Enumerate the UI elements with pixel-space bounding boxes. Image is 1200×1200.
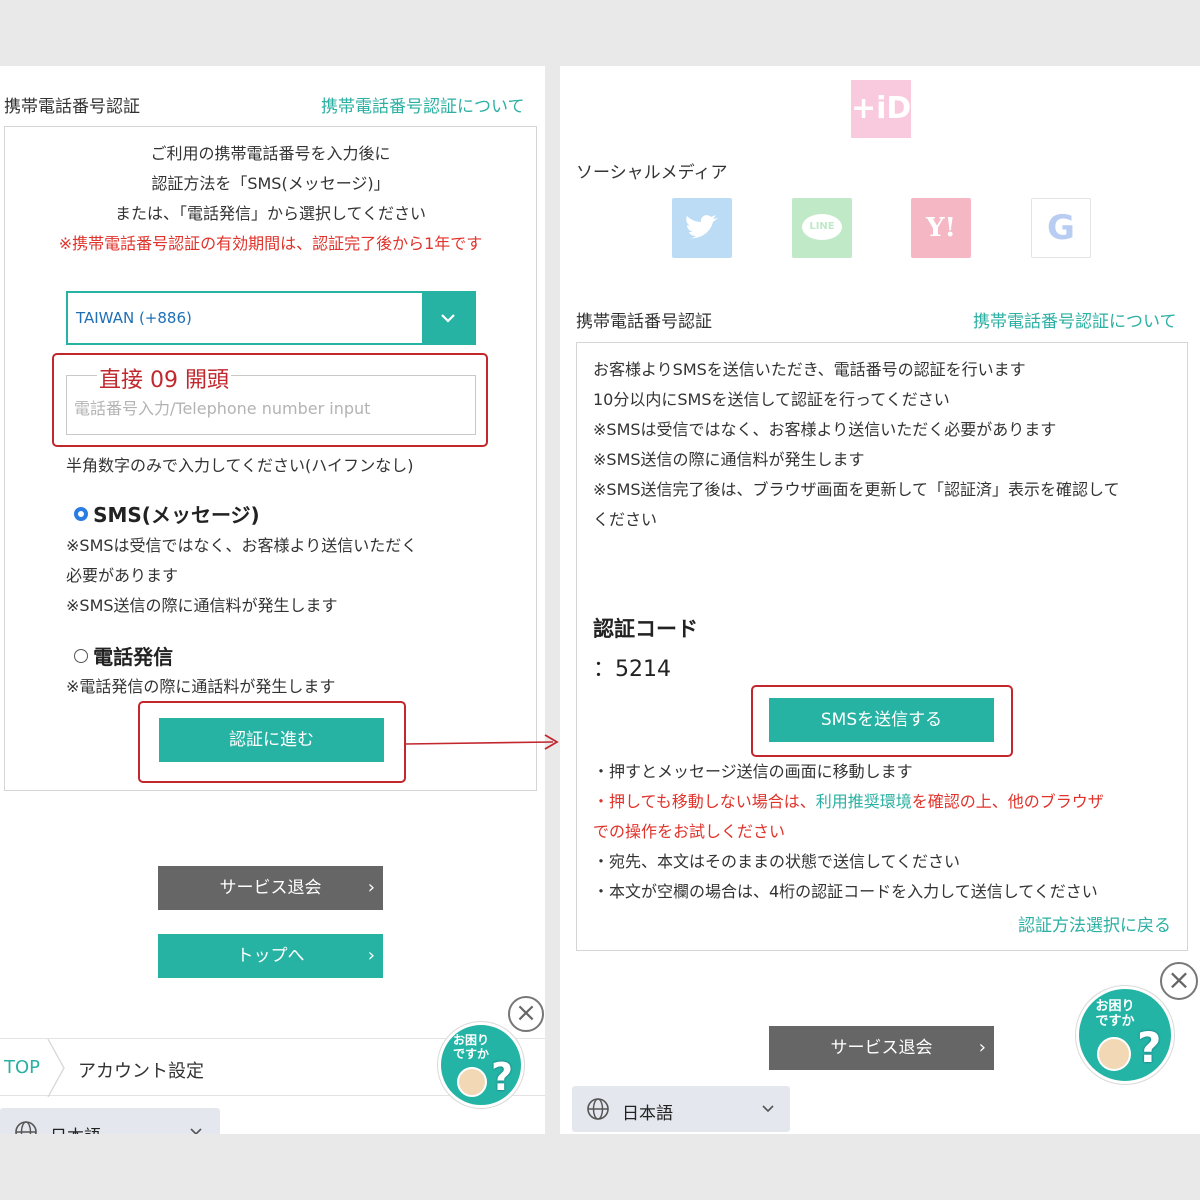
withdraw-button[interactable]: サービス退会 › [769, 1026, 994, 1070]
phone-auth-about-link[interactable]: 携帯電話番号認証について [973, 307, 1177, 332]
intro-text: ご利用の携帯電話番号を入力後に 認証方法を「SMS(メッセージ)」 または、「電… [5, 139, 536, 259]
language-select[interactable]: 日本語 [0, 1108, 220, 1134]
section-title: 携帯電話番号認証 [576, 312, 712, 332]
instruction-line: 10分以内にSMSを送信して認証を行ってください [593, 390, 950, 409]
left-screenshot: 携帯電話番号認証 携帯電話番号認証について ご利用の携帯電話番号を入力後に 認証… [0, 66, 545, 1134]
line-icon[interactable]: LINE [792, 198, 852, 258]
note-line: 必要があります [66, 566, 179, 585]
question-mark-icon: ? [491, 1055, 514, 1099]
instruction-line: ※SMS送信の際に通信料が発生します [593, 450, 865, 469]
annotation-box [138, 701, 406, 783]
note-line: ※SMS送信の際に通信料が発生します [66, 596, 338, 615]
help-text: お困り ですか [1089, 999, 1141, 1029]
right-screenshot: +iD ソーシャルメディア LINE Y! G 携帯電話番号認証 携帯電話番号認… [560, 66, 1200, 1134]
code-value: ：5214 [593, 657, 671, 682]
breadcrumb-current: アカウント設定 [78, 1061, 204, 1082]
language-label: 日本語 [622, 1104, 673, 1124]
note-line: ※SMSは受信ではなく、お客様より送信いただく [66, 536, 418, 555]
chevron-right-icon: › [367, 877, 375, 898]
note-line: ・押すとメッセージ送信の画面に移動します [593, 762, 913, 781]
input-hint: 半角数字のみで入力してください(ハイフンなし) [66, 456, 414, 475]
top-button[interactable]: トップへ › [158, 934, 383, 978]
auth-card: ご利用の携帯電話番号を入力後に 認証方法を「SMS(メッセージ)」 または、「電… [4, 126, 537, 791]
annotation-box [751, 685, 1013, 757]
back-to-method-link[interactable]: 認証方法選択に戻る [1018, 911, 1171, 936]
note-line: ※電話発信の際に通話料が発生します [66, 677, 336, 696]
help-text-line: お困り [452, 1033, 489, 1047]
chevron-right-icon: › [978, 1037, 986, 1058]
chevron-down-icon[interactable] [422, 293, 474, 343]
help-widget[interactable]: お困り ですか ? [438, 1022, 524, 1108]
withdraw-button-label: サービス退会 [219, 878, 322, 898]
phone-auth-about-link[interactable]: 携帯電話番号認証について [321, 92, 525, 117]
option-call-notes: ※電話発信の際に通話料が発生します [66, 672, 335, 702]
globe-icon [15, 1121, 37, 1134]
sms-card: お客様よりSMSを送信いただき、電話番号の認証を行います 10分以内にSMSを送… [576, 342, 1188, 951]
chevron-down-icon [762, 1105, 774, 1113]
validity-notice: ※携帯電話番号認証の有効期間は、認証完了後から1年です [58, 234, 483, 253]
google-icon[interactable]: G [1031, 198, 1091, 258]
social-title: ソーシャルメディア [576, 163, 728, 183]
language-label: 日本語 [50, 1122, 101, 1134]
chevron-down-icon [190, 1128, 202, 1134]
section-title: 携帯電話番号認証 [4, 97, 140, 117]
note-line-warning: ・押しても移動しない場合は、利用推奨環境を確認の上、他のブラウザ [593, 787, 1183, 817]
radio-unselected-icon[interactable] [74, 648, 88, 663]
country-select-value: TAIWAN (+886) [76, 309, 192, 327]
recommended-env-link[interactable]: 利用推奨環境 [816, 792, 912, 811]
line-icon-label: LINE [802, 214, 842, 240]
note-line-warning: での操作をお試しください [593, 822, 786, 841]
close-icon[interactable]: × [508, 996, 544, 1032]
help-text-line: お困り [1095, 999, 1135, 1014]
instruction-line: ください [593, 510, 658, 529]
twitter-icon[interactable] [672, 198, 732, 258]
option-sms-label: SMS(メッセージ) [93, 503, 260, 527]
option-call-label: 電話発信 [93, 645, 174, 669]
withdraw-button[interactable]: サービス退会 › [158, 866, 383, 910]
top-button-label: トップへ [236, 946, 305, 966]
withdraw-button-label: サービス退会 [830, 1038, 933, 1058]
globe-icon [587, 1098, 609, 1120]
code-label: 認証コード [593, 617, 698, 641]
instruction-line: お客様よりSMSを送信いただき、電話番号の認証を行います [593, 360, 1026, 379]
yahoo-icon[interactable]: Y! [911, 198, 971, 258]
note-warning-text: ・押しても移動しない場合は、 [593, 792, 816, 811]
helper-avatar-icon [1097, 1037, 1131, 1071]
note-line: ・宛先、本文はそのままの状態で送信してください [593, 852, 961, 871]
instruction-line: ※SMSは受信ではなく、お客様より送信いただく必要があります [593, 420, 1057, 439]
note-line: ・本文が空欄の場合は、4桁の認証コードを入力して送信してください [593, 882, 1098, 901]
help-text-line: ですか [452, 1047, 489, 1061]
note-warning-text: を確認の上、他のブラウザ [911, 792, 1104, 811]
brand-logo: +iD [851, 80, 911, 138]
intro-line: ご利用の携帯電話番号を入力後に [150, 144, 391, 163]
breadcrumb-top-link[interactable]: TOP [4, 1057, 40, 1078]
option-sms-notes: ※SMSは受信ではなく、お客様より送信いただく 必要があります ※SMS送信の際… [66, 531, 417, 621]
help-text-line: ですか [1095, 1014, 1135, 1029]
close-icon[interactable]: × [1160, 962, 1198, 1000]
option-call[interactable]: 電話発信 [74, 641, 173, 670]
sms-instructions: お客様よりSMSを送信いただき、電話番号の認証を行います 10分以内にSMSを送… [593, 355, 1173, 535]
help-text: お困り ですか [447, 1033, 495, 1061]
helper-avatar-icon [457, 1067, 487, 1097]
option-sms[interactable]: SMS(メッセージ) [74, 499, 260, 528]
breadcrumb-separator-icon [47, 1039, 65, 1097]
help-widget[interactable]: お困り ですか ? [1076, 986, 1174, 1084]
intro-line: 認証方法を「SMS(メッセージ)」 [151, 174, 390, 193]
annotation-box [52, 353, 488, 447]
chevron-right-icon: › [367, 945, 375, 966]
language-select[interactable]: 日本語 [572, 1086, 790, 1132]
sms-notes: ・押すとメッセージ送信の画面に移動します ・押しても移動しない場合は、利用推奨環… [593, 757, 1183, 907]
question-mark-icon: ? [1137, 1023, 1162, 1072]
country-select[interactable]: TAIWAN (+886) [66, 291, 476, 345]
instruction-line: ※SMS送信完了後は、ブラウザ画面を更新して「認証済」表示を確認して [593, 480, 1120, 499]
flow-arrow-icon [405, 734, 559, 750]
intro-line: または、「電話発信」から選択してください [114, 204, 427, 223]
radio-selected-icon[interactable] [74, 506, 88, 521]
